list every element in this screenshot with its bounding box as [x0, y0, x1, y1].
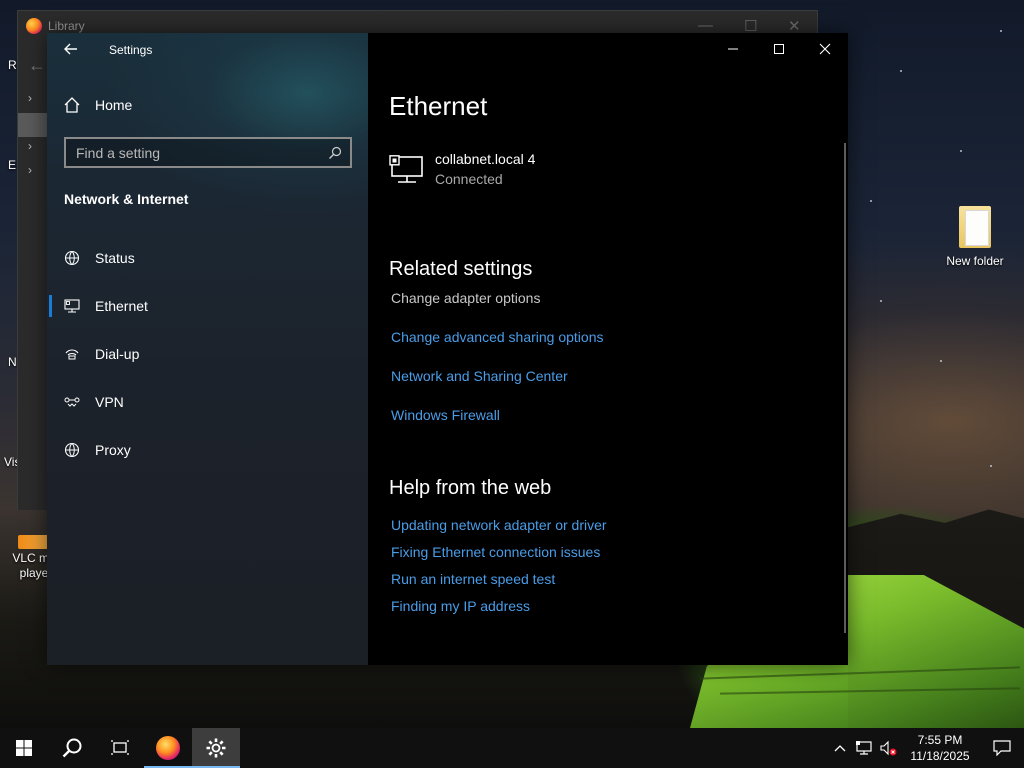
minimize-icon	[728, 48, 738, 50]
settings-title: Settings	[109, 43, 153, 57]
notifications-button[interactable]	[980, 728, 1024, 768]
notification-icon	[993, 740, 1011, 756]
vpn-icon	[64, 394, 80, 410]
new-folder-label: New folder	[946, 254, 1004, 268]
desktop-icon-fragment[interactable]: E	[8, 158, 16, 172]
firefox-icon	[26, 18, 42, 34]
nav-item-ethernet[interactable]: Ethernet	[47, 286, 368, 326]
scrollbar[interactable]	[844, 143, 846, 633]
desktop-icon-fragment[interactable]: R	[8, 58, 17, 72]
task-view-button[interactable]	[96, 728, 144, 768]
related-settings-heading: Related settings	[389, 258, 533, 280]
connection-status: Connected	[435, 171, 503, 187]
library-expand-icon[interactable]: ›	[28, 91, 32, 105]
search-box[interactable]	[64, 137, 352, 168]
library-minimize-icon[interactable]: —	[698, 17, 713, 34]
nav-item-status[interactable]: Status	[47, 238, 368, 278]
ethernet-adapter-icon	[389, 155, 425, 187]
settings-nav-pane: Settings Home Network & Internet	[47, 33, 368, 665]
link-advanced-sharing[interactable]: Change advanced sharing options	[391, 329, 604, 345]
nav-item-label: Dial-up	[95, 346, 140, 362]
back-button[interactable]	[63, 41, 79, 62]
globe-status-icon	[64, 250, 80, 266]
taskbar-firefox[interactable]	[144, 728, 192, 768]
maximize-icon	[774, 44, 784, 54]
library-sidebar: ← › › ›	[18, 41, 50, 510]
library-selected-row[interactable]	[18, 113, 50, 137]
desktop-icon-new-folder[interactable]: New folder	[940, 206, 1010, 268]
settings-window: Settings Home Network & Internet	[47, 33, 848, 665]
globe-icon	[64, 442, 80, 458]
home-label: Home	[95, 97, 133, 113]
connection-name: collabnet.local 4	[435, 151, 536, 167]
library-expand-icon[interactable]: ›	[28, 163, 32, 177]
library-back-icon[interactable]: ←	[28, 55, 46, 76]
settings-content-pane: Ethernet collabnet.local 4 Connected Rel…	[368, 33, 848, 665]
clock-date: 11/18/2025	[910, 749, 970, 763]
clock-time: 7:55 PM	[917, 733, 963, 747]
link-speed-test[interactable]: Run an internet speed test	[391, 571, 555, 587]
help-web-heading: Help from the web	[389, 477, 552, 499]
volume-muted-icon[interactable]	[876, 728, 900, 768]
chevron-up-icon[interactable]	[828, 728, 852, 768]
link-network-sharing-center[interactable]: Network and Sharing Center	[391, 368, 568, 384]
change-adapter-options[interactable]: Change adapter options	[391, 290, 540, 306]
nav-item-vpn[interactable]: VPN	[47, 382, 368, 422]
system-tray: 7:55 PM 11/18/2025	[828, 728, 1024, 768]
back-arrow-icon	[64, 43, 77, 55]
home-icon	[63, 96, 81, 114]
nav-item-label: Ethernet	[95, 298, 148, 314]
task-view-icon	[111, 740, 129, 755]
dialup-icon	[64, 346, 80, 362]
link-find-ip[interactable]: Finding my IP address	[391, 598, 530, 614]
ethernet-icon	[64, 298, 80, 314]
network-icon[interactable]	[852, 728, 876, 768]
gear-icon	[206, 738, 226, 758]
firefox-icon	[156, 736, 180, 760]
search-button[interactable]	[48, 728, 96, 768]
nav-item-proxy[interactable]: Proxy	[47, 430, 368, 470]
search-icon	[62, 738, 82, 758]
nav-item-dialup[interactable]: Dial-up	[47, 334, 368, 374]
search-icon[interactable]	[328, 146, 342, 160]
nav-item-label: Status	[95, 250, 135, 266]
start-button[interactable]	[0, 728, 48, 768]
home-nav-item[interactable]: Home	[63, 96, 132, 114]
minimize-button[interactable]	[710, 33, 756, 65]
search-input[interactable]	[76, 144, 328, 161]
taskbar: 7:55 PM 11/18/2025	[0, 728, 1024, 768]
clock[interactable]: 7:55 PM 11/18/2025	[900, 732, 980, 764]
link-windows-firewall[interactable]: Windows Firewall	[391, 407, 500, 423]
ethernet-connection[interactable]: collabnet.local 4 Connected	[389, 151, 535, 187]
close-button[interactable]	[802, 33, 848, 65]
maximize-button[interactable]	[756, 33, 802, 65]
link-update-adapter[interactable]: Updating network adapter or driver	[391, 517, 607, 533]
windows-logo-icon	[16, 740, 32, 756]
page-title: Ethernet	[389, 91, 488, 121]
section-heading: Network & Internet	[64, 191, 189, 207]
library-title: Library	[48, 19, 85, 33]
close-icon	[819, 43, 831, 55]
folder-icon	[959, 206, 991, 248]
library-expand-icon[interactable]: ›	[28, 139, 32, 153]
nav-item-label: Proxy	[95, 442, 131, 458]
taskbar-settings[interactable]	[192, 728, 240, 768]
desktop-icon-fragment[interactable]: N	[8, 355, 17, 369]
nav-item-label: VPN	[95, 394, 124, 410]
link-fix-ethernet[interactable]: Fixing Ethernet connection issues	[391, 544, 600, 560]
